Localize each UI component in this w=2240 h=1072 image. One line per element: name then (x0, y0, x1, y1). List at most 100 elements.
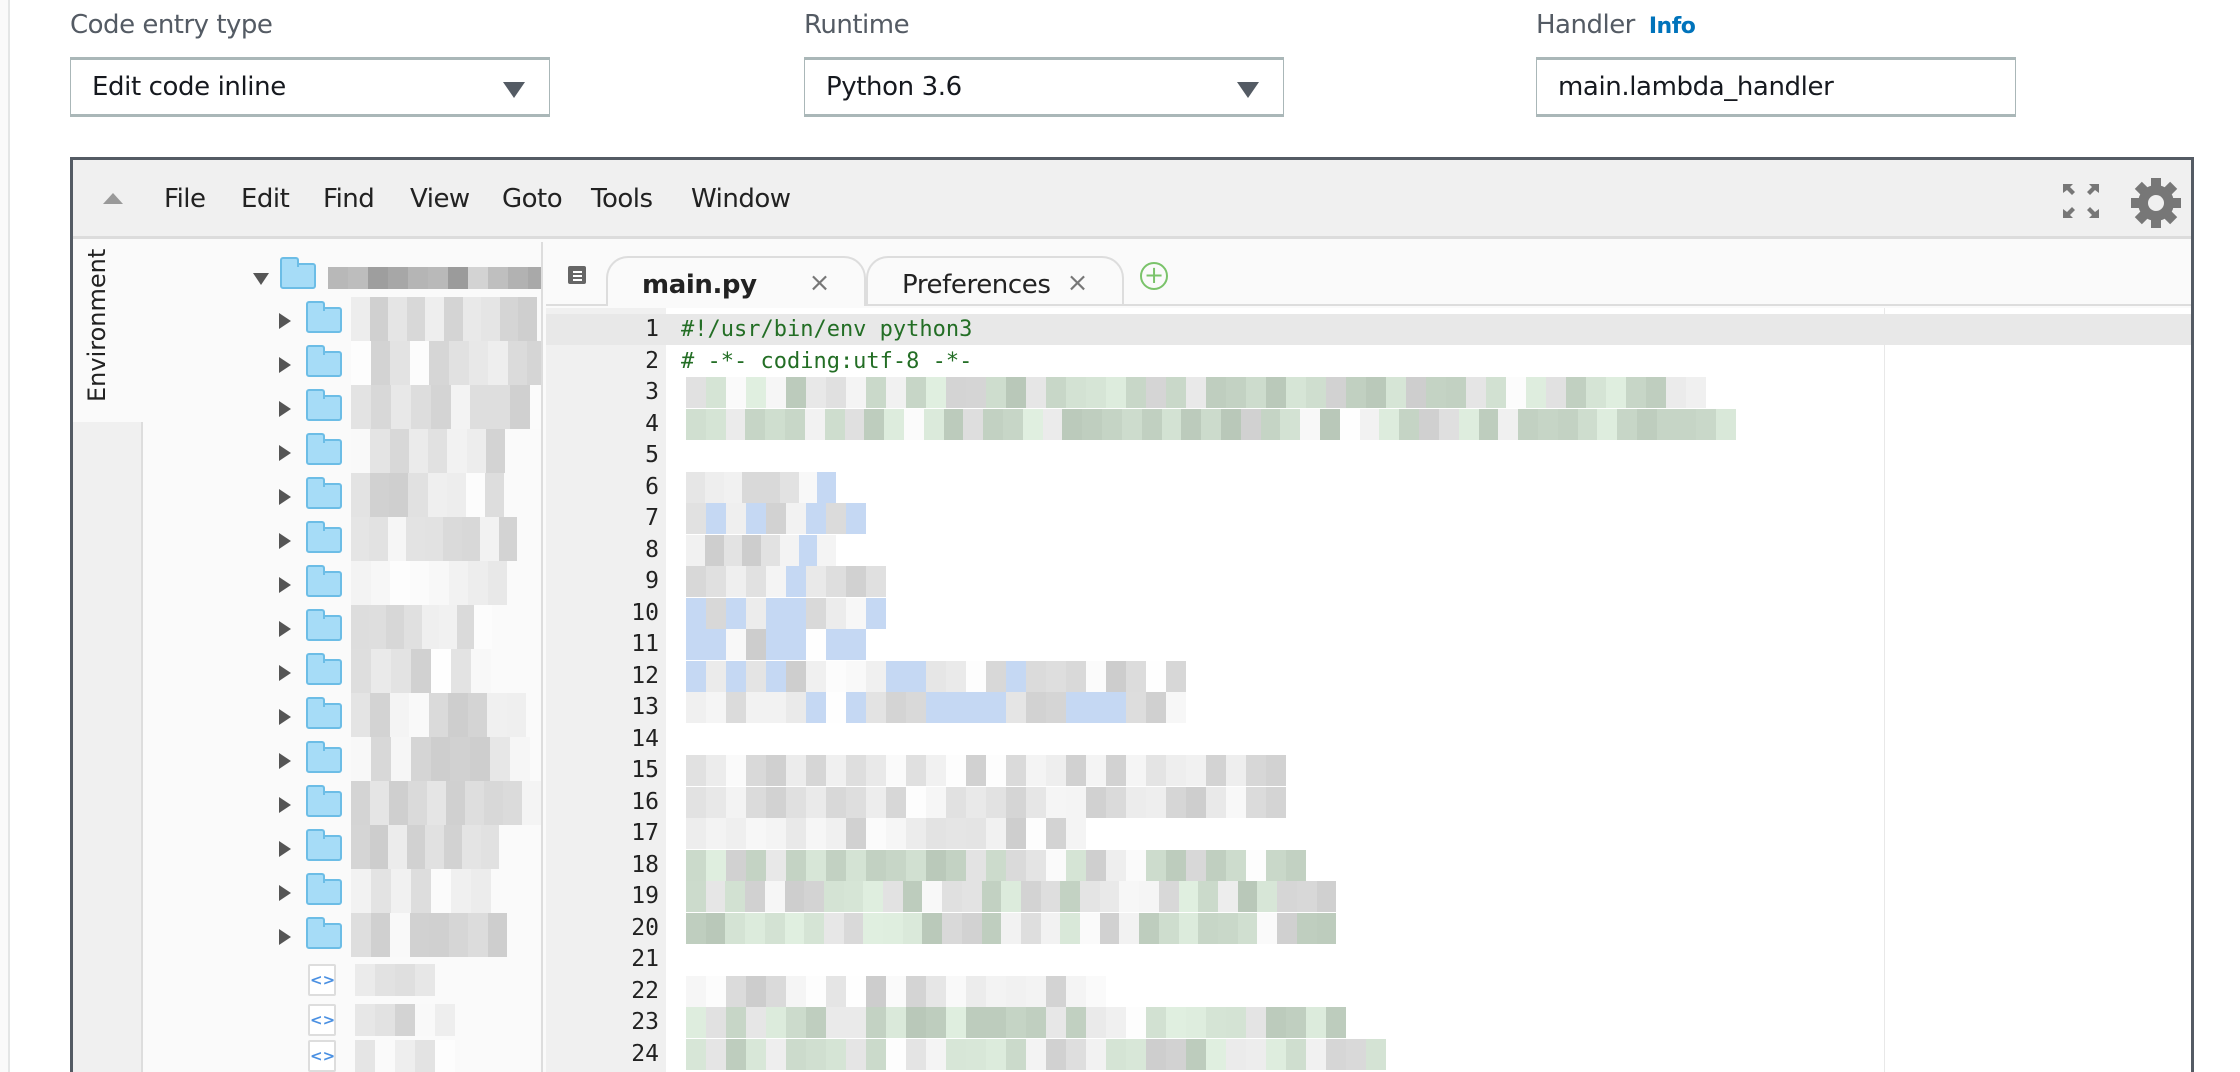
folder-icon (306, 565, 342, 597)
line-number: 5 (645, 442, 659, 468)
tree-folder[interactable] (143, 517, 541, 561)
line-number: 6 (645, 473, 659, 500)
menu-view[interactable]: View (410, 184, 470, 214)
tree-file[interactable]: <> (143, 964, 541, 996)
tree-folder[interactable] (143, 737, 541, 781)
line-number: 4 (645, 410, 659, 437)
chevron-right-icon (279, 401, 291, 417)
redacted-text (351, 341, 541, 385)
code-line: 19 (546, 881, 2191, 912)
add-tab-icon[interactable]: + (1140, 262, 1168, 290)
tree-folder[interactable] (143, 781, 541, 825)
code-area[interactable]: 1 #!/usr/bin/env python3 2 # -*- coding:utf… (546, 308, 2191, 1072)
tree-folder[interactable] (143, 605, 541, 649)
chevron-right-icon (279, 841, 291, 857)
line-number: 22 (631, 977, 659, 1004)
tree-folder[interactable] (143, 693, 541, 737)
line-number: 10 (631, 599, 659, 626)
handler-label-text: Handler (1536, 10, 1635, 40)
redacted-text (355, 1004, 455, 1036)
menu-edit[interactable]: Edit (241, 184, 290, 214)
tab-preferences[interactable]: Preferences × (866, 256, 1124, 306)
expand-icon[interactable] (2063, 184, 2099, 218)
folder-icon (306, 785, 342, 817)
tree-file[interactable]: <> (143, 1040, 541, 1072)
line-number: 18 (631, 851, 659, 878)
menu-find[interactable]: Find (323, 184, 375, 214)
redacted-text (351, 825, 499, 869)
code-line: 11 (546, 629, 2191, 660)
redacted-text (351, 781, 541, 825)
code-line: 7 (546, 503, 2191, 534)
tree-folder[interactable] (143, 341, 541, 385)
folder-icon (306, 609, 342, 641)
tree-folder[interactable] (143, 869, 541, 913)
folder-icon (306, 389, 342, 421)
code-line: 24 (546, 1038, 2191, 1070)
tree-folder[interactable] (143, 385, 541, 429)
runtime-select[interactable]: Python 3.6 (804, 57, 1284, 117)
tree-file[interactable]: <> (143, 1004, 541, 1036)
menu-window[interactable]: Window (691, 184, 791, 214)
line-number: 11 (631, 631, 659, 657)
tree-folder[interactable] (143, 297, 541, 341)
code-line: 14 (546, 724, 2191, 755)
code-line: 3 (546, 377, 2191, 408)
tab-label: main.py (642, 270, 757, 300)
code-entry-type-value: Edit code inline (92, 72, 286, 102)
close-icon[interactable]: × (1067, 268, 1089, 298)
redacted-text (686, 849, 1306, 881)
handler-label: Handler Info (1536, 10, 1696, 40)
redacted-text (355, 964, 455, 996)
environment-tab[interactable]: Environment (73, 242, 143, 422)
code-line: 16 (546, 786, 2191, 818)
menu-tools[interactable]: Tools (591, 184, 653, 214)
code-file-icon: <> (308, 964, 336, 996)
line-number: 13 (631, 694, 659, 720)
chevron-right-icon (279, 621, 291, 637)
code-line: 21 (546, 944, 2191, 975)
redacted-text (351, 385, 541, 429)
chevron-right-icon (279, 885, 291, 901)
code-entry-type-select[interactable]: Edit code inline (70, 57, 550, 117)
info-link[interactable]: Info (1649, 14, 1696, 39)
redacted-text (686, 786, 1286, 818)
tab-list-icon[interactable] (566, 264, 590, 286)
chevron-down-icon (253, 273, 269, 285)
line-number: 3 (645, 379, 659, 405)
redacted-text (686, 471, 836, 503)
menu-goto[interactable]: Goto (502, 184, 563, 214)
code-text: #!/usr/bin/env python3 (681, 317, 973, 342)
tree-folder[interactable] (143, 429, 541, 473)
redacted-text (351, 737, 531, 781)
side-panel-tabs: Environment (73, 242, 143, 1072)
code-file-icon: <> (308, 1040, 336, 1072)
gear-icon[interactable] (2131, 178, 2181, 228)
code-line: 1 #!/usr/bin/env python3 (546, 314, 2191, 345)
tree-folder[interactable] (143, 649, 541, 693)
chevron-right-icon (279, 929, 291, 945)
redacted-text (686, 408, 1737, 440)
redacted-text (351, 429, 505, 473)
chevron-right-icon (279, 533, 291, 549)
tree-root-folder[interactable] (143, 257, 541, 297)
tree-folder[interactable] (143, 825, 541, 869)
environment-tab-label: Environment (83, 248, 111, 402)
tree-folder[interactable] (143, 913, 541, 957)
code-line: 2 # -*- coding:utf-8 -*- (546, 346, 2191, 377)
menu-file[interactable]: File (164, 184, 206, 214)
tab-main-py[interactable]: main.py × (606, 256, 866, 306)
redacted-text (351, 297, 537, 341)
redacted-text (351, 869, 491, 913)
redacted-text (351, 605, 492, 649)
chevron-right-icon (279, 445, 291, 461)
handler-input[interactable]: main.lambda_handler (1536, 57, 2016, 117)
tree-folder[interactable] (143, 561, 541, 605)
code-file-icon: <> (308, 1004, 336, 1036)
tree-folder[interactable] (143, 473, 541, 517)
line-number: 15 (631, 757, 659, 783)
line-number: 2 (645, 347, 659, 374)
close-icon[interactable]: × (809, 268, 831, 298)
triangle-up-icon[interactable] (103, 193, 123, 204)
redacted-text (355, 1040, 455, 1072)
